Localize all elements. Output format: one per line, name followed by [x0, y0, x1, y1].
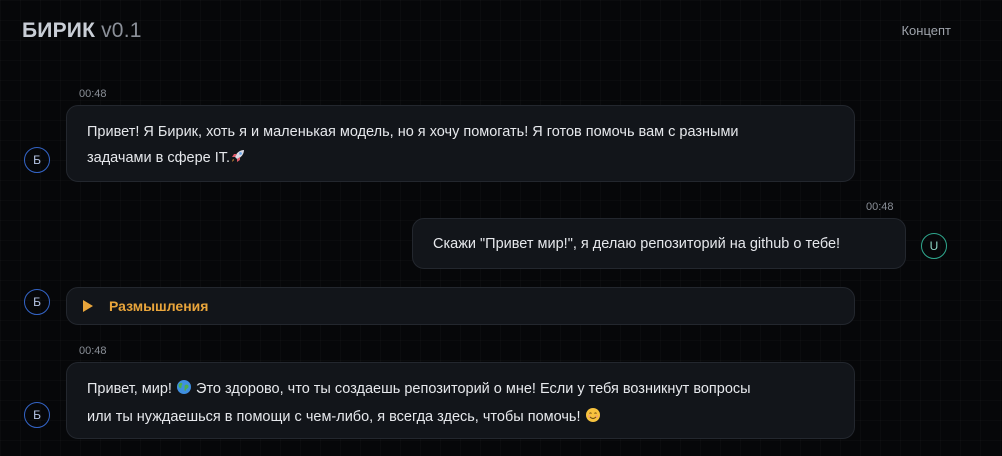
play-triangle-icon: [83, 300, 93, 312]
nav-link-concept[interactable]: Концепт: [901, 23, 951, 38]
bot-message-bubble: Привет! Я Бирик, хоть я и маленькая моде…: [66, 105, 855, 182]
message-text-fragment: или ты нуждаешься в помощи с чем-либо, я…: [87, 409, 581, 425]
user-avatar: U: [921, 233, 947, 259]
message-timestamp: 00:48: [79, 88, 107, 100]
message-text-line: Привет, мир! Это здорово, что ты создаеш…: [87, 376, 834, 404]
message-text-line: или ты нуждаешься в помощи с чем-либо, я…: [87, 404, 834, 432]
chat-page: БИРИК v0.1 Концепт 00:48 Привет! Я Бирик,…: [0, 0, 1002, 456]
message-text-fragment: Это здорово, что ты создаешь репозиторий…: [196, 381, 751, 397]
bot-avatar: Б: [24, 402, 50, 428]
message-text-fragment: задачами в сфере IT.: [87, 150, 231, 166]
smiling-face-emoji-icon: [585, 406, 601, 432]
app-name: БИРИК: [22, 19, 96, 42]
globe-emoji-icon: [176, 378, 192, 404]
message-timestamp: 00:48: [866, 201, 894, 213]
message-text: Скажи "Привет мир!", я делаю репозиторий…: [433, 236, 841, 252]
app-version: v0.1: [101, 19, 142, 42]
thinking-label: Размышления: [109, 298, 209, 314]
thinking-toggle[interactable]: Размышления: [66, 287, 855, 325]
message-text-line: задачами в сфере IT.: [87, 145, 834, 173]
user-message-bubble: Скажи "Привет мир!", я делаю репозиторий…: [412, 218, 906, 269]
bot-avatar: Б: [24, 147, 50, 173]
message-text-fragment: Привет, мир!: [87, 381, 172, 397]
message-timestamp: 00:48: [79, 345, 107, 357]
bot-avatar: Б: [24, 289, 50, 315]
message-text-line: Привет! Я Бирик, хоть я и маленькая моде…: [87, 124, 739, 140]
rocket-emoji-icon: [230, 147, 246, 173]
app-title: БИРИК v0.1: [22, 19, 142, 43]
bot-message-bubble: Привет, мир! Это здорово, что ты создаеш…: [66, 362, 855, 439]
